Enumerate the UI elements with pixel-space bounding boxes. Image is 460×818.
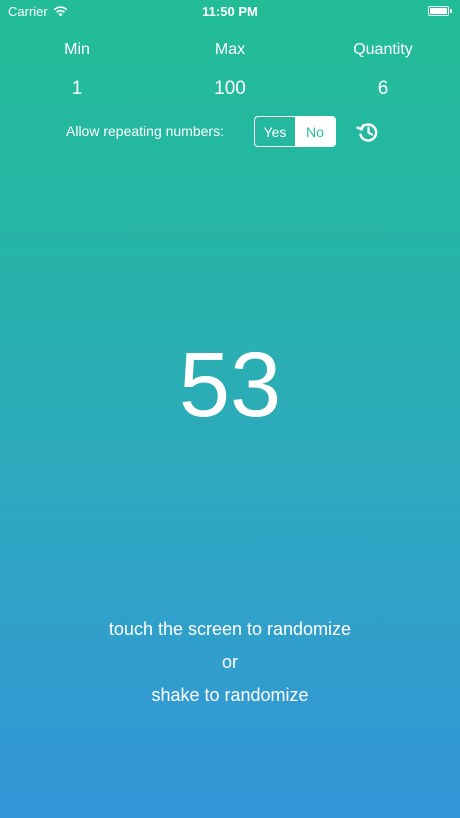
max-setting[interactable]: Max 100 (170, 40, 290, 100)
repeating-numbers-row: Allow repeating numbers: Yes No (0, 116, 460, 148)
min-label: Min (64, 41, 90, 58)
max-label: Max (214, 41, 246, 58)
random-number-result: 53 (178, 334, 282, 436)
quantity-value[interactable]: 6 (323, 78, 443, 100)
quantity-label: Quantity (353, 41, 413, 58)
instructions: touch the screen to randomize or shake t… (0, 614, 460, 713)
repeating-numbers-label: Allow repeating numbers: (66, 123, 224, 139)
battery-icon (428, 6, 452, 17)
instruction-touch: touch the screen to randomize (108, 619, 352, 639)
max-value[interactable]: 100 (170, 78, 290, 100)
randomizer-screen[interactable]: Carrier 11:50 PM Min 1 Max 100 Quantity … (0, 0, 460, 818)
instruction-or: or (221, 652, 238, 672)
history-icon[interactable] (355, 119, 381, 145)
status-bar: Carrier 11:50 PM (0, 0, 460, 24)
repeat-no-option[interactable]: No (295, 117, 335, 146)
repeating-toggle[interactable]: Yes No (254, 116, 336, 147)
min-value[interactable]: 1 (17, 78, 137, 100)
quantity-setting[interactable]: Quantity 6 (323, 40, 443, 100)
instruction-shake: shake to randomize (151, 685, 309, 705)
min-setting[interactable]: Min 1 (17, 40, 137, 100)
status-time: 11:50 PM (202, 4, 258, 19)
repeat-yes-option[interactable]: Yes (255, 117, 295, 146)
